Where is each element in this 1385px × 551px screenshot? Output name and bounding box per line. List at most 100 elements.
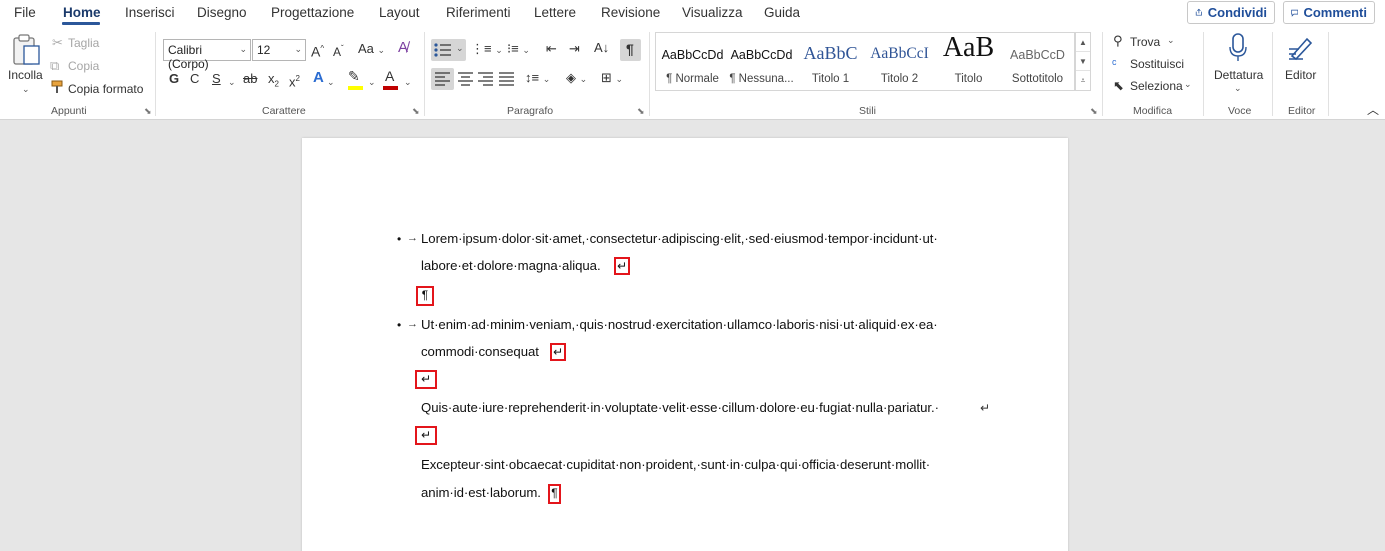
borders-icon[interactable]: ⊞ ⌄ [601,70,623,87]
justify-icon[interactable] [499,72,514,86]
styles-dialog-launcher-icon[interactable]: ⬊ [1090,106,1098,117]
font-name-select[interactable]: Calibri (Corpo) ⌄ [163,39,251,71]
scroll-down-icon[interactable]: ▼ [1076,52,1090,71]
tab-layout[interactable]: Layout [379,5,420,20]
share-button[interactable]: Condividi [1187,1,1275,24]
align-right-icon[interactable] [478,72,493,86]
highlighter-icon[interactable]: ✎ [348,68,360,84]
styles-gallery-scroll: ▲ ▼ ⩡ [1075,32,1091,91]
replace-button[interactable]: Sostituisci [1130,57,1184,71]
paste-button-label[interactable]: Incolla [8,68,43,82]
editor-pen-icon[interactable] [1287,33,1315,61]
bold-button[interactable]: G [169,71,179,87]
select-dropdown-icon[interactable]: ⌄ [1184,79,1192,90]
find-dropdown-icon[interactable]: ⌄ [1167,35,1175,46]
scroll-up-icon[interactable]: ▲ [1076,33,1090,52]
format-painter-button[interactable]: Copia formato [68,82,143,96]
style-title[interactable]: AaB Titolo [934,32,1003,90]
clipboard-dialog-launcher-icon[interactable]: ⬊ [144,106,152,117]
tab-references[interactable]: Riferimenti [446,5,511,20]
text-effects-dropdown-icon[interactable]: ⌄ [327,74,335,90]
document-text-line[interactable]: Excepteur·sint·obcaecat·cupiditat·non·pr… [421,457,930,472]
tab-file[interactable]: File [14,5,36,20]
tab-home[interactable]: Home [63,5,101,20]
font-color-icon[interactable]: A [385,68,394,84]
sort-icon[interactable]: A↓ [594,40,609,56]
collapse-ribbon-icon[interactable]: ︿ [1367,102,1379,118]
document-text-line[interactable]: anim·id·est·laborum. [421,485,541,500]
style-name: ¶ Normale [666,73,719,85]
font-size-value: 12 [257,43,271,57]
increase-indent-icon[interactable]: ⇥ [569,41,580,57]
comments-button-label: Commenti [1303,5,1367,20]
font-size-select[interactable]: 12 ⌄ [252,39,306,61]
decrease-indent-icon[interactable]: ⇤ [546,41,557,57]
italic-button[interactable]: C [190,71,199,87]
tab-view[interactable]: Visualizza [682,5,743,20]
find-button[interactable]: Trova [1130,35,1160,49]
align-left-button[interactable] [431,68,454,90]
group-divider [1328,32,1329,116]
pilcrow-mark: ¶ [421,288,429,302]
style-normal[interactable]: AaBbCcDd ¶ Normale [658,33,727,90]
clear-formatting-icon[interactable]: A̸ [398,40,408,56]
style-name: Titolo 1 [811,73,850,85]
style-sample: AaBbCcDd [661,48,724,62]
font-color-dropdown-icon[interactable]: ⌄ [404,74,412,90]
underline-dropdown-icon[interactable]: ⌄ [228,74,236,90]
underline-button[interactable]: S [212,71,221,87]
paste-icon[interactable] [12,34,42,66]
editor-button[interactable]: Editor [1285,68,1316,82]
multilevel-list-icon[interactable]: ⁝≡ ⌄ [507,41,530,58]
style-no-spacing[interactable]: AaBbCcDd ¶ Nessuna... [727,33,796,90]
document-text-line[interactable]: labore·et·dolore·magna·aliqua. [421,258,601,273]
dictate-button[interactable]: Dettatura [1214,68,1263,82]
show-hide-marks-button[interactable]: ¶ [620,39,641,61]
microphone-icon[interactable] [1228,33,1248,63]
document-text-line[interactable]: commodi·consequat [421,344,539,359]
select-button[interactable]: Seleziona [1130,79,1183,93]
shading-icon[interactable]: ◈ ⌄ [566,70,587,87]
document-page[interactable]: • → Lorem·ipsum·dolor·sit·amet,·consecte… [302,138,1068,551]
style-subtitle[interactable]: AaBbCcD Sottotitolo [1003,33,1072,90]
paste-dropdown-icon[interactable]: ⌄ [22,84,30,95]
strikethrough-icon[interactable]: ab [243,71,257,87]
line-spacing-icon[interactable]: ↕≡ ⌄ [525,70,550,87]
style-heading-2[interactable]: AaBbCcI Titolo 2 [865,33,934,90]
font-dialog-launcher-icon[interactable]: ⬊ [412,106,420,117]
tab-insert[interactable]: Inserisci [125,5,175,20]
document-text-line[interactable]: Ut·enim·ad·minim·veniam,·quis·nostrud·ex… [421,317,938,332]
ribbon-home: Incolla ⌄ ✂ Taglia ⧉ Copia Copia formato… [0,28,1385,120]
bullet-marker: • [397,318,402,332]
tab-mailings[interactable]: Lettere [534,5,576,20]
share-icon [1195,8,1202,16]
change-case-icon[interactable]: Aa ⌄ [358,41,385,58]
style-name: Titolo 2 [880,73,919,85]
subscript-icon[interactable]: x2 [268,71,279,93]
replace-icon: ᶜ [1112,56,1117,71]
line-break-mark-highlight: ↵ [415,426,437,445]
document-text-line[interactable]: Lorem·ipsum·dolor·sit·amet,·consectetur·… [421,231,938,246]
tab-design[interactable]: Progettazione [271,5,354,20]
style-heading-1[interactable]: AaBbC Titolo 1 [796,33,865,90]
bullets-button[interactable]: ⌄ [431,39,466,61]
cut-button[interactable]: Taglia [68,36,99,50]
highlight-dropdown-icon[interactable]: ⌄ [368,74,376,90]
grow-font-icon[interactable]: A^ [311,41,324,60]
align-center-icon[interactable] [458,72,473,86]
tab-draw[interactable]: Disegno [197,5,247,20]
tab-help[interactable]: Guida [764,5,800,20]
tab-review[interactable]: Revisione [601,5,660,20]
paragraph-dialog-launcher-icon[interactable]: ⬊ [637,106,645,117]
dictate-dropdown-icon[interactable]: ⌄ [1234,83,1242,94]
numbering-icon[interactable]: ⋮≡ ⌄ [471,41,503,58]
style-name: ¶ Nessuna... [729,73,794,85]
gallery-more-icon[interactable]: ⩡ [1076,71,1090,90]
copy-button[interactable]: Copia [68,59,99,73]
text-effects-icon[interactable]: A [313,70,324,86]
comment-icon [1291,9,1299,17]
document-text-line[interactable]: Quis·aute·iure·reprehenderit·in·voluptat… [421,400,939,415]
superscript-icon[interactable]: x2 [289,71,300,90]
shrink-font-icon[interactable]: Aˇ [333,41,344,60]
comments-button[interactable]: Commenti [1283,1,1375,24]
